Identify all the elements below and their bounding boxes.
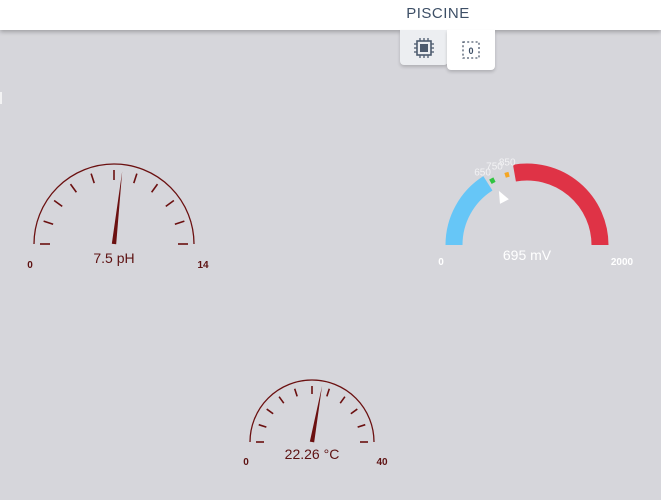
- temperature-gauge-min-label: 0: [243, 457, 249, 468]
- ph-tick: [43, 220, 54, 225]
- temp-tick: [278, 396, 285, 404]
- temperature-gauge-needle: [309, 385, 323, 443]
- temp-tick: [339, 396, 346, 404]
- temperature-gauge-value: 22.26 °C: [285, 446, 340, 462]
- page-title: PISCINE: [406, 5, 470, 22]
- temp-tick: [350, 408, 358, 415]
- orp-gauge-threshold-orange: [504, 171, 510, 178]
- temperature-gauge-max-label: 40: [376, 457, 388, 468]
- temp-tick: [293, 388, 298, 397]
- temp-tick: [357, 423, 366, 428]
- orp-gauge-min-label: 0: [438, 257, 444, 268]
- orp-gauge: 650 750 850 695 mV 0 2000: [438, 157, 634, 268]
- ph-tick: [174, 220, 185, 225]
- app-header: PISCINE: [0, 0, 661, 30]
- ph-gauge-value: 7.5 pH: [93, 250, 134, 266]
- temperature-gauge: 22.26 °C 0 40: [243, 379, 388, 468]
- ph-tick: [133, 173, 138, 184]
- ph-gauge: 7.5 pH 0 14: [27, 163, 209, 271]
- ph-tick: [150, 183, 159, 193]
- temp-tick: [258, 423, 267, 428]
- ph-gauge-max-label: 14: [197, 260, 209, 271]
- left-edge-marker: [0, 92, 2, 104]
- cpu-chip-icon: [414, 37, 434, 58]
- temp-tick: [266, 408, 274, 415]
- ph-gauge-needle: [111, 171, 123, 245]
- orp-threshold-label-850: 850: [499, 157, 516, 168]
- orp-gauge-threshold-green: [489, 177, 496, 184]
- counter-box-label: 0: [468, 46, 473, 56]
- orp-gauge-value: 695 mV: [503, 247, 552, 263]
- ph-tick: [165, 199, 175, 208]
- tab-processor[interactable]: [400, 30, 448, 65]
- orp-gauge-pointer: [498, 190, 509, 204]
- tab-counter[interactable]: 0: [447, 30, 495, 70]
- ph-tick: [69, 183, 78, 193]
- ph-gauge-min-label: 0: [27, 260, 33, 271]
- temp-tick: [326, 388, 331, 397]
- orp-gauge-arc-low: [445, 176, 493, 246]
- ph-tick: [53, 199, 63, 208]
- orp-gauge-arc-high: [512, 163, 609, 246]
- ph-tick: [90, 173, 95, 184]
- orp-gauge-max-label: 2000: [611, 257, 634, 268]
- counter-box-icon: 0: [462, 41, 480, 59]
